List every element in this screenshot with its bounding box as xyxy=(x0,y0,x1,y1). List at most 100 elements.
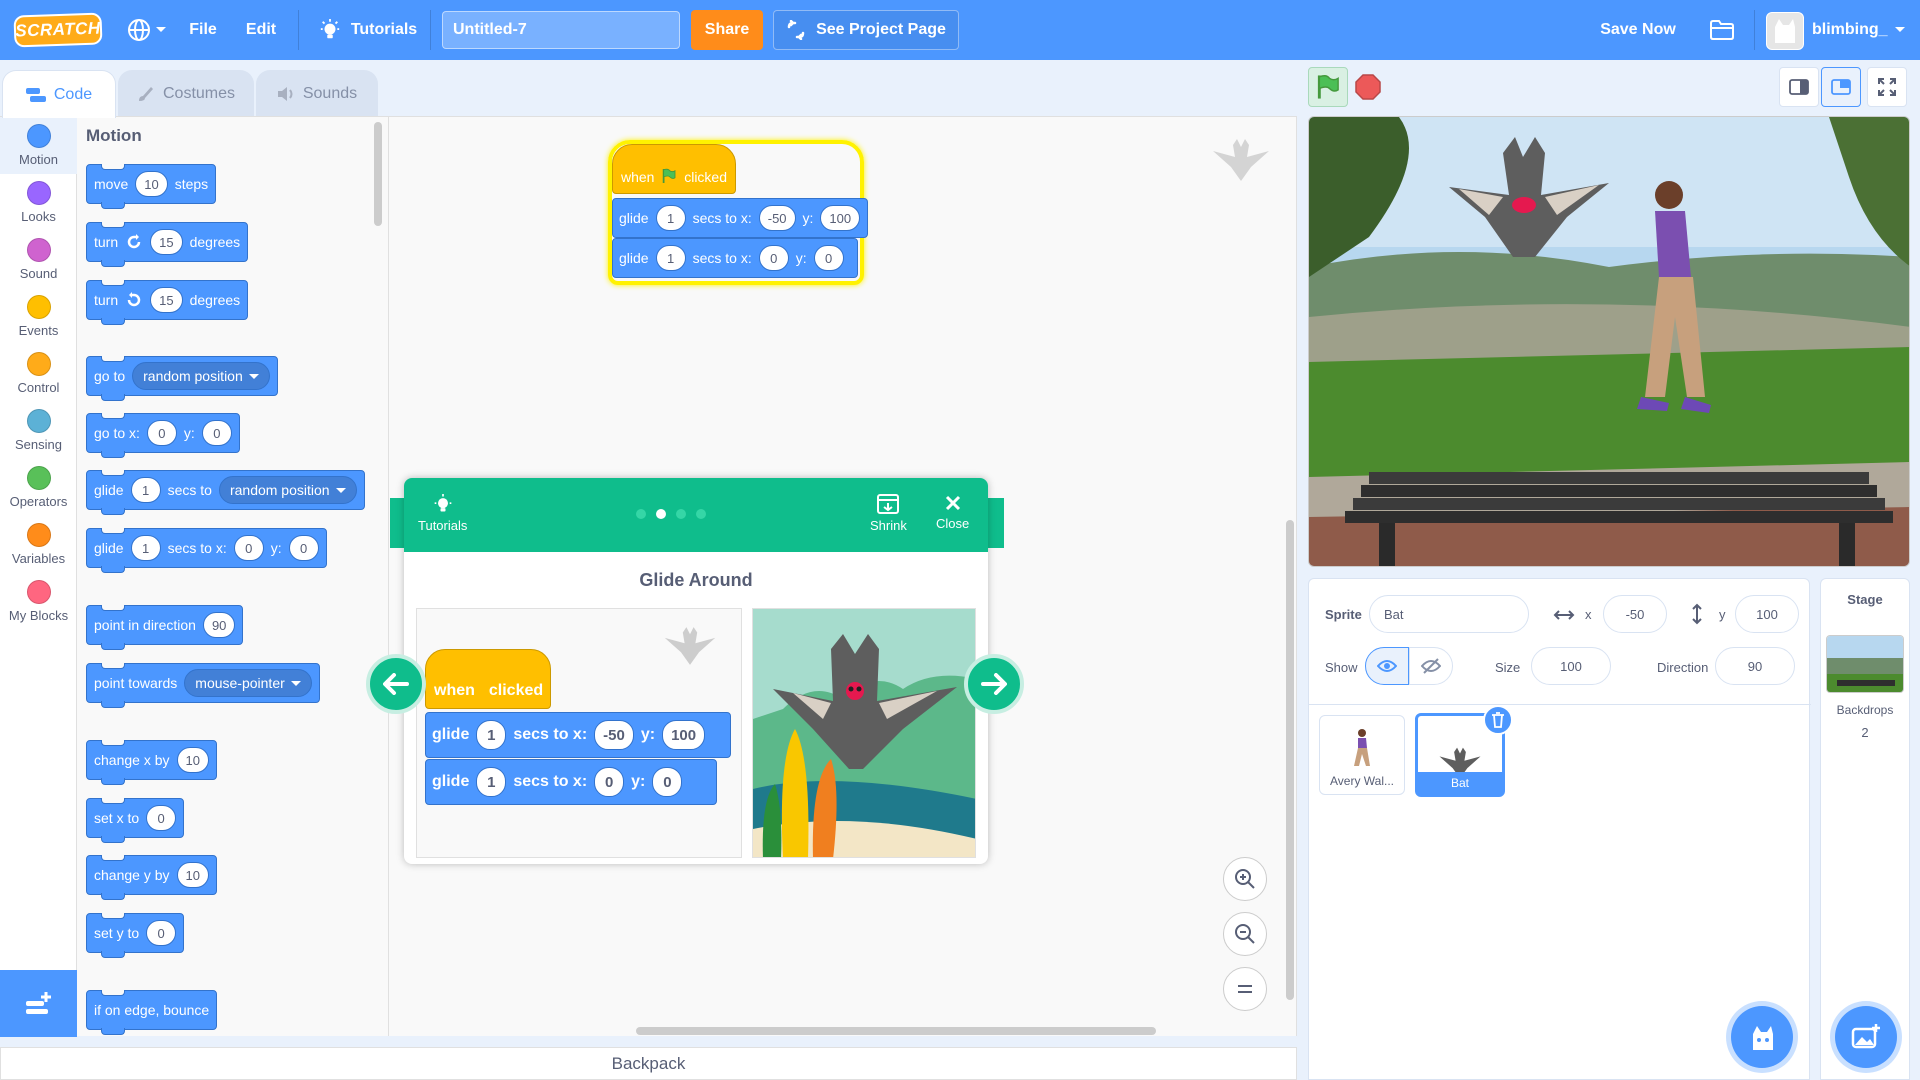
language-menu[interactable] xyxy=(122,0,172,60)
green-flag-button[interactable] xyxy=(1308,67,1348,107)
block-number-input[interactable]: 0 xyxy=(288,535,319,561)
block-number-input[interactable]: 0 xyxy=(146,920,177,946)
if-on-edge-bounce-block[interactable]: if on edge, bounce xyxy=(86,990,218,1035)
show-visible-button[interactable] xyxy=(1365,647,1409,685)
change-x-block[interactable]: change x by 10 xyxy=(86,740,217,785)
target-dropdown[interactable]: mouse-pointer xyxy=(184,669,312,697)
size-field[interactable]: 100 xyxy=(1531,647,1611,685)
save-now-button[interactable]: Save Now xyxy=(1596,0,1680,60)
delete-sprite-button[interactable] xyxy=(1483,705,1513,735)
block-number-input[interactable]: 15 xyxy=(150,287,183,313)
y-field[interactable]: 100 xyxy=(1735,595,1799,633)
edit-menu[interactable]: Edit xyxy=(240,0,282,60)
stage-target-pane[interactable]: Stage Backdrops 2 xyxy=(1820,578,1910,1080)
glide-to-block[interactable]: glide 1 secs to random position xyxy=(86,470,365,515)
page-dot-current[interactable] xyxy=(656,509,666,519)
category-control[interactable]: Control xyxy=(0,345,77,402)
block-number-input[interactable]: 15 xyxy=(150,229,183,255)
category-looks[interactable]: Looks xyxy=(0,174,77,231)
tab-costumes[interactable]: Costumes xyxy=(118,70,254,116)
sprite-tile-avery[interactable]: Avery Wal... xyxy=(1319,715,1405,795)
turn-left-block[interactable]: turn 15 degrees xyxy=(86,280,249,325)
glide-x-input[interactable]: 0 xyxy=(758,245,789,271)
choose-backdrop-button[interactable] xyxy=(1835,1006,1897,1068)
glide-block[interactable]: glide 1 secs to x: -50 y: 100 xyxy=(612,198,868,238)
category-sensing[interactable]: Sensing xyxy=(0,402,77,459)
tutorials-menu[interactable]: Tutorials xyxy=(314,0,422,60)
category-motion[interactable]: Motion xyxy=(0,117,77,174)
script-vertical-scrollbar[interactable] xyxy=(1286,520,1294,1000)
zoom-reset-button[interactable] xyxy=(1223,967,1267,1011)
show-hidden-button[interactable] xyxy=(1409,647,1453,685)
tab-code[interactable]: Code xyxy=(2,70,116,118)
set-y-block[interactable]: set y to 0 xyxy=(86,913,185,958)
glide-secs-input[interactable]: 1 xyxy=(655,245,686,271)
stage-canvas[interactable] xyxy=(1308,116,1910,567)
backpack-bar[interactable]: Backpack xyxy=(0,1047,1297,1080)
avatar[interactable] xyxy=(1766,12,1804,50)
glide-x-input[interactable]: -50 xyxy=(758,205,796,231)
target-dropdown[interactable]: random position xyxy=(218,476,357,504)
share-button[interactable]: Share xyxy=(691,10,763,50)
block-number-input[interactable]: 10 xyxy=(176,862,209,888)
tutorial-header[interactable]: Tutorials Shrink Close xyxy=(404,478,988,552)
page-dot[interactable] xyxy=(676,509,686,519)
my-stuff-button[interactable] xyxy=(1704,0,1740,60)
set-x-block[interactable]: set x to 0 xyxy=(86,798,185,843)
block-number-input[interactable]: 0 xyxy=(146,805,177,831)
glide-y-input[interactable]: 100 xyxy=(820,205,861,231)
point-in-direction-block[interactable]: point in direction 90 xyxy=(86,605,244,650)
choose-sprite-button[interactable] xyxy=(1731,1006,1793,1068)
go-to-xy-block[interactable]: go to x: 0 y: 0 xyxy=(86,413,240,458)
account-chevron-icon[interactable] xyxy=(1890,0,1910,60)
glide-y-input[interactable]: 0 xyxy=(813,245,844,271)
category-events[interactable]: Events xyxy=(0,288,77,345)
target-dropdown[interactable]: random position xyxy=(132,362,270,390)
block-number-input[interactable]: 1 xyxy=(130,535,161,561)
stop-button[interactable] xyxy=(1348,67,1388,107)
point-towards-block[interactable]: point towards mouse-pointer xyxy=(86,663,320,708)
tutorials-library-button[interactable]: Tutorials xyxy=(418,494,467,533)
block-number-input[interactable]: 0 xyxy=(201,420,232,446)
block-number-input[interactable]: 10 xyxy=(176,747,209,773)
block-number-input[interactable]: 0 xyxy=(233,535,264,561)
category-operators[interactable]: Operators xyxy=(0,459,77,516)
previous-step-button[interactable] xyxy=(366,654,426,714)
glide-block[interactable]: glide 1 secs to x: 0 y: 0 xyxy=(612,238,858,278)
tab-sounds[interactable]: Sounds xyxy=(256,70,378,116)
x-field[interactable]: -50 xyxy=(1603,595,1667,633)
when-flag-clicked-hat[interactable]: when clicked xyxy=(612,144,736,194)
file-menu[interactable]: File xyxy=(182,0,224,60)
category-sound[interactable]: Sound xyxy=(0,231,77,288)
block-number-input[interactable]: 0 xyxy=(146,420,177,446)
category-my-blocks[interactable]: My Blocks xyxy=(0,573,77,630)
add-extension-button[interactable] xyxy=(0,970,77,1037)
block-number-input[interactable]: 90 xyxy=(202,612,236,638)
see-project-page-button[interactable]: See Project Page xyxy=(773,10,959,50)
category-variables[interactable]: Variables xyxy=(0,516,77,573)
scratch-logo[interactable]: SCRATCH xyxy=(13,12,103,48)
shrink-button[interactable]: Shrink xyxy=(870,494,907,533)
username-label[interactable]: blimbing_ xyxy=(1812,0,1892,60)
normal-stage-button[interactable] xyxy=(1821,67,1861,107)
fullscreen-button[interactable] xyxy=(1867,67,1907,107)
sprite-name-field[interactable]: Bat xyxy=(1369,595,1529,633)
glide-secs-input[interactable]: 1 xyxy=(655,205,686,231)
page-dot[interactable] xyxy=(696,509,706,519)
zoom-in-button[interactable] xyxy=(1223,857,1267,901)
block-number-input[interactable]: 1 xyxy=(130,477,161,503)
project-title-input[interactable]: Untitled-7 xyxy=(442,11,680,49)
close-tutorial-button[interactable]: Close xyxy=(936,494,969,531)
change-y-block[interactable]: change y by 10 xyxy=(86,855,217,900)
go-to-block[interactable]: go to random position xyxy=(86,356,278,401)
palette-scrollbar[interactable] xyxy=(374,122,382,226)
turn-right-block[interactable]: turn 15 degrees xyxy=(86,222,249,267)
small-stage-button[interactable] xyxy=(1779,67,1819,107)
direction-field[interactable]: 90 xyxy=(1715,647,1795,685)
script-horizontal-scrollbar[interactable] xyxy=(636,1027,1156,1035)
move-steps-block[interactable]: move 10 steps xyxy=(86,164,217,209)
zoom-out-button[interactable] xyxy=(1223,912,1267,956)
next-step-button[interactable] xyxy=(964,654,1024,714)
glide-xy-block[interactable]: glide 1 secs to x: 0 y: 0 xyxy=(86,528,327,573)
block-number-input[interactable]: 10 xyxy=(135,171,168,197)
